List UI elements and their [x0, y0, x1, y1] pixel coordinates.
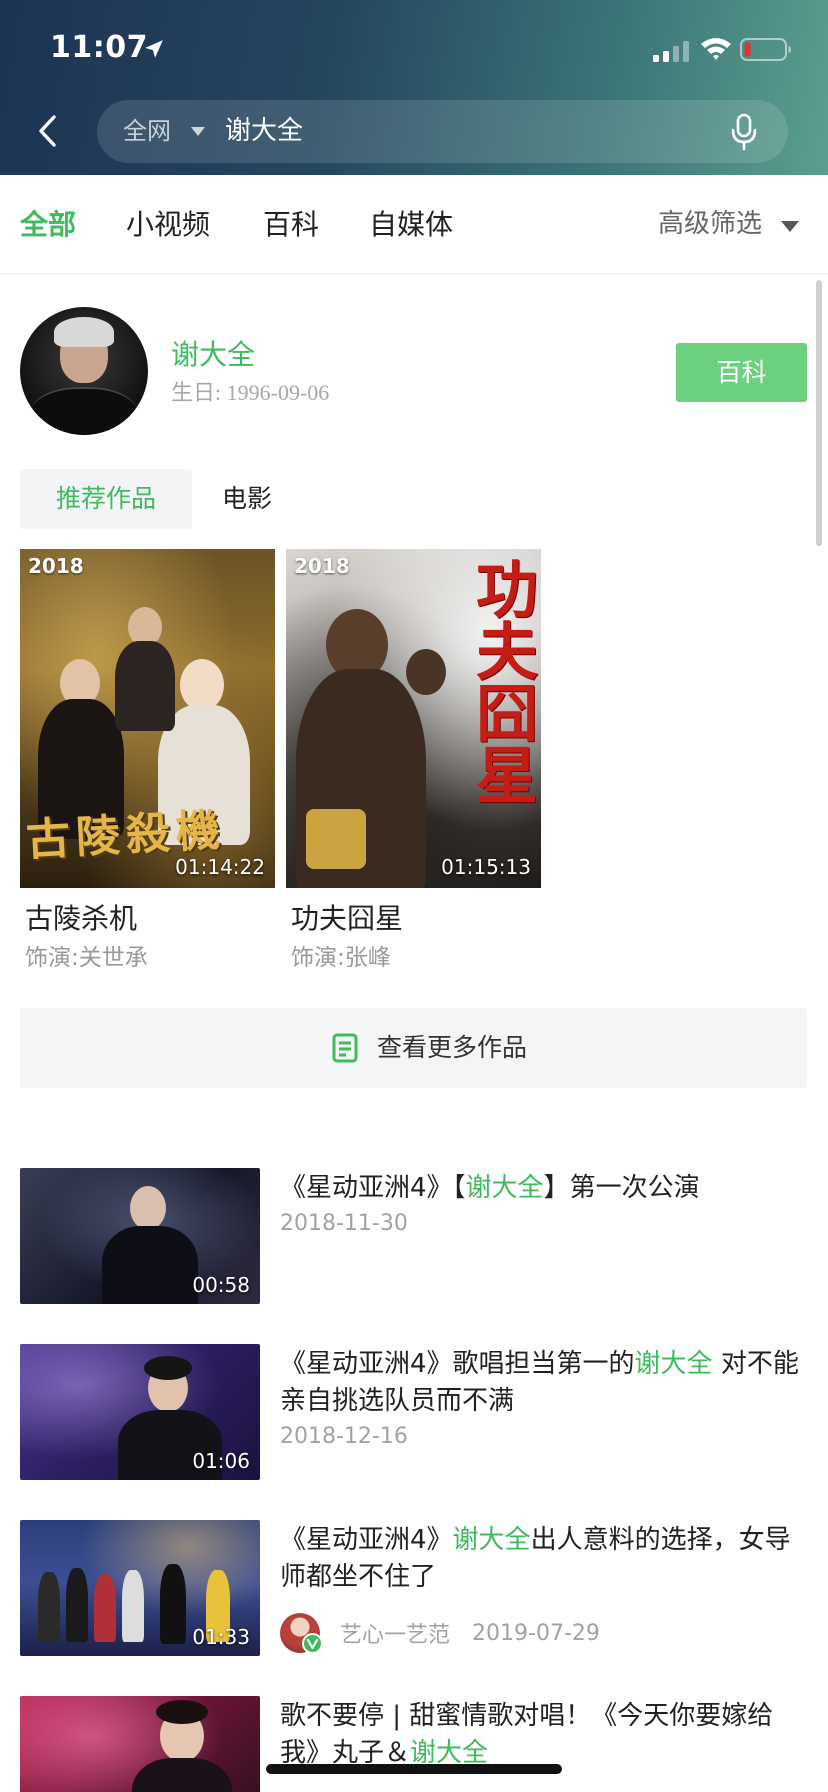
- profile-birthday: 生日: 1996-09-06: [171, 380, 330, 405]
- wifi-icon: [701, 38, 731, 60]
- poster-figure: [115, 641, 175, 731]
- signal-icon: [653, 41, 689, 62]
- poster-figure: [406, 649, 446, 695]
- video-title[interactable]: 《星动亚洲4》歌唱担当第一的谢大全 对不能亲自挑选队员而不满: [280, 1346, 810, 1420]
- search-scope-select[interactable]: 全网: [123, 100, 171, 163]
- poster-figure: [180, 659, 224, 711]
- search-bar[interactable]: 全网 谢大全: [97, 100, 788, 163]
- video-info: 《星动亚洲4》歌唱担当第一的谢大全 对不能亲自挑选队员而不满 2018-12-1…: [280, 1346, 810, 1450]
- battery-icon: [740, 38, 791, 61]
- video-date: 2018-12-16: [280, 1424, 408, 1449]
- profile-name[interactable]: 谢大全: [171, 337, 255, 373]
- video-thumbnail[interactable]: 00:58: [20, 1168, 260, 1304]
- verified-badge-icon: [302, 1633, 323, 1654]
- thumb-figure: [160, 1564, 186, 1644]
- caret-down-icon[interactable]: [781, 221, 799, 232]
- verified-check-icon: [306, 1638, 319, 1650]
- video-date: 2018-11-30: [280, 1211, 408, 1236]
- header: 11:07 全网 谢大全: [0, 0, 828, 175]
- more-works-label: 查看更多作品: [377, 1033, 528, 1062]
- poster-belt: [306, 809, 366, 869]
- author-name[interactable]: 艺心一艺范: [340, 1617, 450, 1649]
- title-text: 《星动亚洲4》【: [280, 1173, 466, 1203]
- thumb-figure: [122, 1570, 144, 1642]
- thumb-figure: [94, 1574, 116, 1642]
- movie-poster[interactable]: 功夫囧星 2018 01:15:13: [286, 549, 541, 888]
- tab-recommended-works[interactable]: 推荐作品: [20, 469, 192, 529]
- caret-down-icon[interactable]: [191, 127, 205, 136]
- video-title[interactable]: 《星动亚洲4》谢大全出人意料的选择，女导师都坐不住了: [280, 1522, 810, 1596]
- location-arrow-icon: [145, 40, 163, 58]
- tab-self-media[interactable]: 自媒体: [369, 175, 453, 274]
- chevron-left-icon[interactable]: [36, 113, 60, 149]
- title-text: 《星动亚洲4》歌唱担当第一的: [280, 1349, 635, 1379]
- poster-art-title: 功夫囧星: [465, 557, 538, 805]
- work-role: 饰演:张峰: [291, 945, 391, 971]
- search-input[interactable]: 谢大全: [225, 100, 303, 163]
- scrollbar[interactable]: [816, 280, 822, 546]
- work-title[interactable]: 功夫囧星: [291, 901, 403, 937]
- thumb-figure: [144, 1356, 192, 1380]
- video-title[interactable]: 《星动亚洲4》【谢大全】第一次公演: [280, 1170, 810, 1207]
- video-thumbnail[interactable]: 01:33: [20, 1520, 260, 1656]
- poster-duration: 01:15:13: [441, 855, 531, 879]
- video-duration: 01:33: [192, 1625, 250, 1649]
- poster-year: 2018: [294, 554, 350, 578]
- avatar[interactable]: [20, 307, 148, 435]
- baike-button[interactable]: 百科: [676, 343, 807, 402]
- poster-duration: 01:14:22: [175, 855, 265, 879]
- status-time: 11:07: [50, 30, 148, 65]
- category-tabs: 全部 小视频 百科 自媒体 高级筛选: [0, 175, 828, 274]
- title-highlight: 谢大全: [452, 1525, 531, 1555]
- work-title[interactable]: 古陵杀机: [25, 901, 137, 937]
- avatar-hair: [54, 317, 114, 347]
- video-info: 歌不要停 | 甜蜜情歌对唱！《今天你要嫁给我》丸子＆谢大全: [280, 1698, 810, 1772]
- title-text: 歌不要停 | 甜蜜情歌对唱！《今天你要嫁给我》丸子＆: [280, 1701, 774, 1768]
- video-thumbnail[interactable]: 01:06: [20, 1344, 260, 1480]
- video-duration: 00:58: [192, 1273, 250, 1297]
- tab-short-video[interactable]: 小视频: [126, 175, 210, 274]
- tab-all[interactable]: 全部: [20, 175, 76, 274]
- author-row: 艺心一艺范 2019-07-29: [280, 1613, 810, 1654]
- video-title[interactable]: 歌不要停 | 甜蜜情歌对唱！《今天你要嫁给我》丸子＆谢大全: [280, 1698, 810, 1772]
- avatar-body: [30, 387, 138, 435]
- title-text: 《星动亚洲4》: [280, 1525, 453, 1555]
- title-text: 】第一次公演: [543, 1173, 700, 1203]
- video-info: 《星动亚洲4》【谢大全】第一次公演 2018-11-30: [280, 1170, 810, 1237]
- thumb-figure: [156, 1700, 208, 1724]
- thumb-figure: [102, 1226, 198, 1304]
- thumb-figure: [132, 1758, 232, 1792]
- video-info: 《星动亚洲4》谢大全出人意料的选择，女导师都坐不住了 艺心一艺范 2019-07…: [280, 1522, 810, 1654]
- video-thumbnail[interactable]: [20, 1696, 260, 1792]
- tab-movies[interactable]: 电影: [222, 469, 272, 529]
- work-role: 饰演:关世承: [25, 945, 148, 971]
- poster-year: 2018: [28, 554, 84, 578]
- home-indicator[interactable]: [266, 1764, 562, 1774]
- title-highlight: 谢大全: [465, 1173, 544, 1203]
- advanced-filter-button[interactable]: 高级筛选: [658, 175, 762, 274]
- thumb-figure: [130, 1186, 166, 1230]
- movie-poster[interactable]: 古陵殺機 2018 01:14:22: [20, 549, 275, 888]
- author-avatar[interactable]: [280, 1613, 323, 1654]
- video-duration: 01:06: [192, 1449, 250, 1473]
- title-highlight: 谢大全: [634, 1349, 713, 1379]
- tab-baike[interactable]: 百科: [263, 175, 319, 274]
- document-icon: [332, 1033, 358, 1063]
- microphone-icon[interactable]: [731, 113, 757, 151]
- thumb-figure: [66, 1568, 88, 1642]
- video-date: 2019-07-29: [472, 1620, 600, 1646]
- more-works-button[interactable]: 查看更多作品: [20, 1008, 807, 1088]
- thumb-figure: [38, 1572, 60, 1642]
